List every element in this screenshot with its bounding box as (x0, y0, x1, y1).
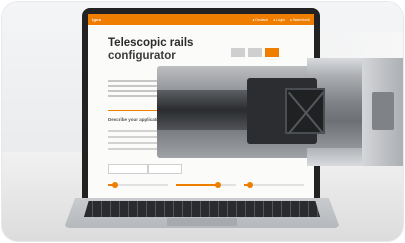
parameter-sliders (108, 182, 304, 188)
slider-1[interactable] (108, 182, 168, 188)
laptop-keyboard (84, 201, 320, 217)
rail-top-flange (307, 58, 367, 74)
load-input[interactable] (108, 164, 148, 174)
nav-item-login[interactable]: ● Login (273, 18, 285, 22)
slider-3[interactable] (244, 182, 304, 188)
section-heading: Describe your application (108, 117, 164, 122)
slider-handle[interactable] (247, 182, 253, 188)
slider-handle[interactable] (215, 182, 221, 188)
site-logo[interactable]: igus (92, 17, 101, 22)
site-header: igus ● Deutsch ● Login ● Warenkorb (88, 14, 314, 25)
telescopic-rail-image (157, 48, 403, 170)
nav-item-cart[interactable]: ● Warenkorb (290, 18, 310, 22)
rail-bracket (285, 88, 325, 134)
slider-2[interactable] (176, 182, 236, 188)
nav-item-language[interactable]: ● Deutsch (252, 18, 268, 22)
slider-fill (176, 184, 218, 186)
laptop-trackpad (167, 218, 237, 226)
header-nav: ● Deutsch ● Login ● Warenkorb (252, 18, 310, 22)
photo-frame: igus ● Deutsch ● Login ● Warenkorb Teles… (2, 2, 403, 241)
rail-end-profile (362, 58, 403, 166)
slider-handle[interactable] (112, 182, 119, 188)
rail-bottom-flange (307, 148, 367, 166)
